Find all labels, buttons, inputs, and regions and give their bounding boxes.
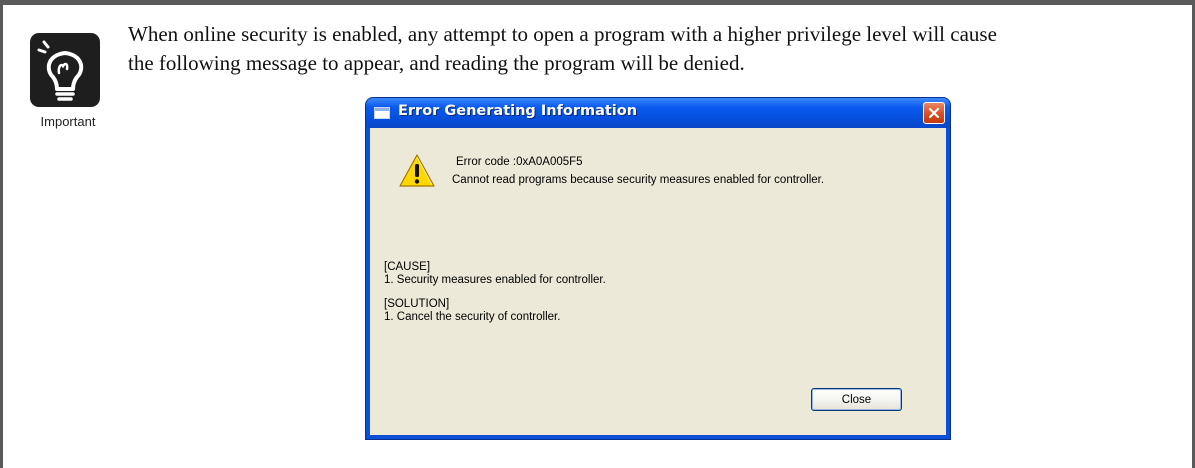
solution-heading: [SOLUTION] (384, 298, 450, 310)
error-code: Error code :0xA0A005F5 (456, 156, 583, 168)
error-message-block: Error code :0xA0A005F5 Cannot read progr… (452, 153, 824, 189)
cause-text: 1. Security measures enabled for control… (384, 274, 606, 286)
cause-section: [CAUSE] 1. Security measures enabled for… (384, 261, 606, 287)
warning-icon (398, 153, 436, 189)
intro-line-2: the following message to appear, and rea… (128, 51, 745, 75)
close-button[interactable]: Close (811, 388, 902, 411)
error-dialog: Error Generating Information Error code … (365, 97, 951, 440)
lightbulb-icon (30, 33, 100, 107)
dialog-title: Error Generating Information (398, 103, 638, 119)
cause-heading: [CAUSE] (384, 261, 431, 273)
intro-paragraph: When online security is enabled, any att… (128, 20, 1168, 78)
solution-section: [SOLUTION] 1. Cancel the security of con… (384, 298, 606, 324)
solution-text: 1. Cancel the security of controller. (384, 311, 561, 323)
error-details: [CAUSE] 1. Security measures enabled for… (384, 261, 606, 335)
dialog-titlebar[interactable]: Error Generating Information (366, 98, 950, 128)
dialog-body: Error code :0xA0A005F5 Cannot read progr… (370, 128, 946, 435)
important-label: Important (40, 114, 96, 129)
window-icon (374, 107, 390, 119)
intro-line-1: When online security is enabled, any att… (128, 22, 997, 46)
close-icon[interactable] (923, 102, 945, 124)
error-message: Cannot read programs because security me… (452, 174, 825, 186)
